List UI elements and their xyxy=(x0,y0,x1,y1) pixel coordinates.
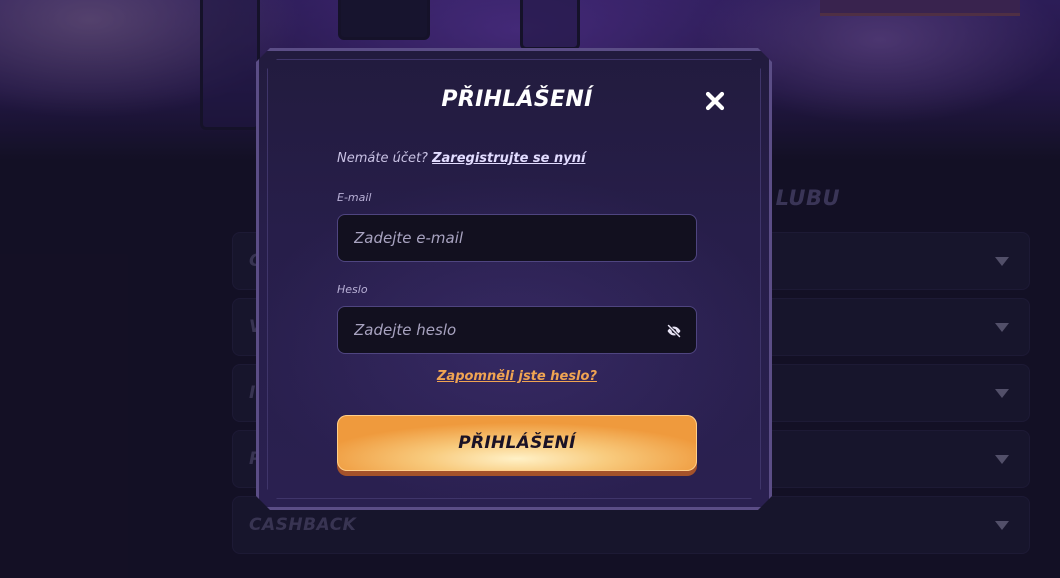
close-icon xyxy=(705,91,725,111)
login-modal: PŘIHLÁŠENÍ Nemáte účet? Zaregistrujte se… xyxy=(256,48,772,510)
login-button[interactable]: PŘIHLÁŠENÍ xyxy=(337,415,697,471)
email-label: E-mail xyxy=(337,191,372,204)
password-field-container xyxy=(337,306,697,354)
password-field[interactable] xyxy=(338,307,696,353)
login-button-label: PŘIHLÁŠENÍ xyxy=(458,433,576,453)
forgot-password-link[interactable]: Zapomněli jste heslo? xyxy=(259,369,772,384)
password-label: Heslo xyxy=(337,283,368,296)
email-field-container xyxy=(337,214,697,262)
eye-off-icon xyxy=(667,324,681,338)
password-visibility-toggle[interactable] xyxy=(666,323,682,339)
signup-prompt: Nemáte účet? Zaregistrujte se nyní xyxy=(337,151,585,166)
signup-link[interactable]: Zaregistrujte se nyní xyxy=(432,151,585,166)
modal-title: PŘIHLÁŠENÍ xyxy=(441,87,593,112)
page: LUBU C V I P CASHBACK PŘIHLÁŠENÍ Nemáte … xyxy=(0,0,1060,578)
close-button[interactable] xyxy=(703,89,727,113)
email-field[interactable] xyxy=(338,215,696,261)
signup-prompt-text: Nemáte účet? xyxy=(337,151,428,166)
